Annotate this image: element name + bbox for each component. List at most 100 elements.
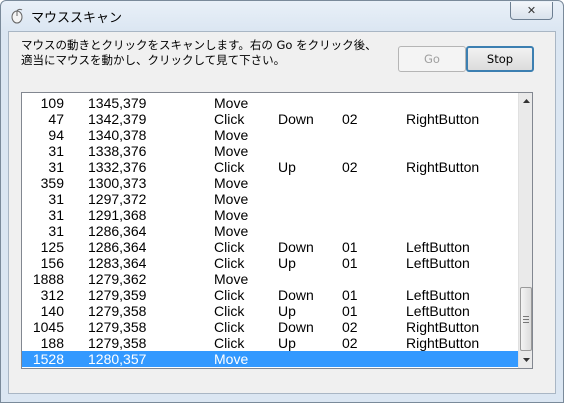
list-item[interactable]: 156 1283,364 Click Up 01 LeftButton bbox=[22, 255, 518, 271]
cell-button: RightButton bbox=[406, 111, 480, 127]
vertical-scrollbar[interactable] bbox=[518, 93, 532, 368]
cell-dir: Up bbox=[278, 303, 296, 319]
scroll-down-arrow-icon bbox=[522, 358, 530, 362]
list-item[interactable]: 31 1291,368 Move bbox=[22, 207, 518, 223]
go-button[interactable]: Go bbox=[398, 46, 466, 72]
cell-type: Click bbox=[214, 287, 245, 303]
cell-coord: 1342,379 bbox=[88, 111, 147, 127]
cell-delay: 31 bbox=[48, 159, 64, 175]
cell-delay: 125 bbox=[40, 239, 64, 255]
cell-dir: Down bbox=[278, 287, 314, 303]
client-area: マウスの動きとクリックをスキャンします。右の Go をクリック後、 適当にマウス… bbox=[8, 31, 556, 394]
list-item[interactable]: 1045 1279,358 Click Down 02 RightButton bbox=[22, 319, 518, 335]
cell-coord: 1345,379 bbox=[88, 95, 147, 111]
cell-delay: 31 bbox=[48, 207, 64, 223]
instructions-line-2: 適当にマウスを動かし、クリックして見て下さい。 bbox=[21, 53, 286, 67]
cell-type: Move bbox=[214, 223, 249, 239]
list-item[interactable]: 31 1338,376 Move bbox=[22, 143, 518, 159]
cell-code: 01 bbox=[342, 239, 358, 255]
cell-delay: 1528 bbox=[32, 351, 64, 367]
cell-delay: 47 bbox=[48, 111, 64, 127]
list-item[interactable]: 109 1345,379 Move bbox=[22, 95, 518, 111]
list-item[interactable]: 125 1286,364 Click Down 01 LeftButton bbox=[22, 239, 518, 255]
cell-coord: 1340,378 bbox=[88, 127, 147, 143]
cell-dir: Down bbox=[278, 319, 314, 335]
list-item[interactable]: 359 1300,373 Move bbox=[22, 175, 518, 191]
cell-coord: 1297,372 bbox=[88, 191, 147, 207]
scroll-up-button[interactable] bbox=[519, 93, 532, 109]
list-item[interactable]: 31 1286,364 Move bbox=[22, 223, 518, 239]
instructions-text: マウスの動きとクリックをスキャンします。右の Go をクリック後、 適当にマウス… bbox=[21, 38, 391, 68]
cell-code: 01 bbox=[342, 287, 358, 303]
list-item[interactable]: 47 1342,379 Click Down 02 RightButton bbox=[22, 111, 518, 127]
cell-button: LeftButton bbox=[406, 287, 470, 303]
cell-delay: 140 bbox=[40, 303, 64, 319]
list-item[interactable]: 31 1297,372 Move bbox=[22, 191, 518, 207]
cell-delay: 31 bbox=[48, 191, 64, 207]
cell-delay: 109 bbox=[40, 95, 64, 111]
cell-type: Move bbox=[214, 191, 249, 207]
cell-type: Move bbox=[214, 271, 249, 287]
cell-delay: 1888 bbox=[32, 271, 64, 287]
list-item[interactable]: 31 1332,376 Click Up 02 RightButton bbox=[22, 159, 518, 175]
cell-type: Click bbox=[214, 159, 245, 175]
list-item[interactable]: 140 1279,358 Click Up 01 LeftButton bbox=[22, 303, 518, 319]
cell-button: RightButton bbox=[406, 159, 480, 175]
cell-coord: 1283,364 bbox=[88, 255, 147, 271]
cell-type: Move bbox=[214, 127, 249, 143]
cell-coord: 1300,373 bbox=[88, 175, 147, 191]
instructions-line-1: マウスの動きとクリックをスキャンします。右の Go をクリック後、 bbox=[21, 38, 377, 52]
cell-coord: 1332,376 bbox=[88, 159, 147, 175]
cell-type: Click bbox=[214, 335, 245, 351]
cell-coord: 1279,362 bbox=[88, 271, 147, 287]
list-item[interactable]: 312 1279,359 Click Down 01 LeftButton bbox=[22, 287, 518, 303]
cell-type: Click bbox=[214, 319, 245, 335]
mouse-icon bbox=[11, 8, 23, 24]
cell-code: 02 bbox=[342, 335, 358, 351]
title-bar[interactable]: マウススキャン ✕ bbox=[1, 1, 563, 31]
cell-delay: 156 bbox=[40, 255, 64, 271]
cell-coord: 1279,359 bbox=[88, 287, 147, 303]
cell-delay: 31 bbox=[48, 143, 64, 159]
cell-type: Move bbox=[214, 95, 249, 111]
app-window: マウススキャン ✕ マウスの動きとクリックをスキャンします。右の Go をクリッ… bbox=[0, 0, 564, 403]
cell-delay: 359 bbox=[40, 175, 64, 191]
scroll-thumb[interactable] bbox=[520, 287, 532, 351]
cell-type: Click bbox=[214, 255, 245, 271]
cell-type: Click bbox=[214, 303, 245, 319]
cell-dir: Down bbox=[278, 111, 314, 127]
cell-delay: 188 bbox=[40, 335, 64, 351]
cell-coord: 1279,358 bbox=[88, 303, 147, 319]
cell-button: RightButton bbox=[406, 335, 480, 351]
cell-button: LeftButton bbox=[406, 303, 470, 319]
close-button[interactable]: ✕ bbox=[510, 2, 553, 20]
cell-button: LeftButton bbox=[406, 239, 470, 255]
list-item[interactable]: 94 1340,378 Move bbox=[22, 127, 518, 143]
cell-type: Move bbox=[214, 207, 249, 223]
cell-button: RightButton bbox=[406, 319, 480, 335]
cell-button: LeftButton bbox=[406, 255, 470, 271]
grip-icon bbox=[523, 315, 529, 323]
cell-code: 01 bbox=[342, 255, 358, 271]
cell-delay: 94 bbox=[48, 127, 64, 143]
cell-delay: 1045 bbox=[32, 319, 64, 335]
cell-coord: 1291,368 bbox=[88, 207, 147, 223]
cell-coord: 1338,376 bbox=[88, 143, 147, 159]
cell-delay: 31 bbox=[48, 223, 64, 239]
cell-code: 02 bbox=[342, 111, 358, 127]
cell-code: 02 bbox=[342, 159, 358, 175]
scroll-down-button[interactable] bbox=[519, 352, 532, 368]
stop-button[interactable]: Stop bbox=[466, 46, 534, 72]
event-log-list[interactable]: 109 1345,379 Move 47 1342,379 Click Down 02 Righ… bbox=[21, 92, 533, 369]
cell-type: Move bbox=[214, 143, 249, 159]
cell-dir: Up bbox=[278, 335, 296, 351]
event-log-rows: 109 1345,379 Move 47 1342,379 Click Down 02 Righ… bbox=[22, 95, 518, 367]
cell-coord: 1280,357 bbox=[88, 351, 147, 367]
window-title: マウススキャン bbox=[31, 11, 123, 26]
list-item-selected[interactable]: 1528 1280,357 Move bbox=[22, 351, 518, 367]
cell-dir: Down bbox=[278, 239, 314, 255]
list-item[interactable]: 188 1279,358 Click Up 02 RightButton bbox=[22, 335, 518, 351]
cell-coord: 1286,364 bbox=[88, 239, 147, 255]
cell-coord: 1286,364 bbox=[88, 223, 147, 239]
list-item[interactable]: 1888 1279,362 Move bbox=[22, 271, 518, 287]
